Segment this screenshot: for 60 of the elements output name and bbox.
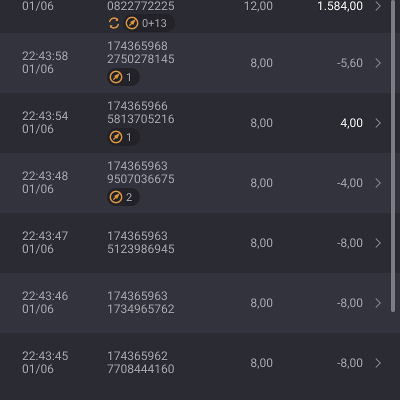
time-text: 22:43:58 (22, 50, 70, 63)
amount-text: -4,00 (336, 176, 363, 190)
date-text: 01/06 (22, 0, 55, 13)
compass-icon (109, 190, 123, 204)
id-text: 1734965762 (107, 303, 176, 316)
id-text: 174365963 (107, 230, 169, 243)
date-text: 01/06 (22, 363, 55, 376)
id-text: 5813705216 (107, 113, 176, 126)
id-text: 174365962 (107, 350, 169, 363)
date-text: 01/06 (22, 243, 55, 256)
bonus-badge: 1 (107, 128, 140, 146)
stake-text: 8,00 (249, 356, 273, 370)
chevron-right-icon (375, 177, 381, 189)
compass-icon (125, 16, 139, 30)
amount-text: -8,00 (336, 356, 363, 370)
transaction-row[interactable]: 22:43:46 01/06 174365963 1734965762 8,00 -8,00 (0, 273, 400, 333)
transaction-row[interactable]: 22:43:48 01/06 174365963 9507036675 2 8,00 -4,00 (0, 153, 400, 213)
time-text: 22:43:47 (22, 230, 70, 243)
refresh-icon (107, 16, 121, 30)
chevron-right-icon (375, 57, 381, 69)
amount-text: 1.584,00 (316, 0, 363, 13)
id-text: 5123986945 (107, 243, 176, 256)
bonus-badge: 2 (107, 188, 140, 206)
stake-text: 12,00 (242, 0, 273, 13)
compass-icon (109, 130, 123, 144)
date-text: 01/06 (22, 303, 55, 316)
transaction-row[interactable]: 22:43:58 01/06 174365968 2750278145 1 8,00 -5,60 (0, 33, 400, 93)
id-text: 2750278145 (107, 53, 176, 66)
stake-text: 8,00 (249, 116, 273, 130)
time-text: 22:43:46 (22, 290, 70, 303)
stake-text: 8,00 (249, 56, 273, 70)
date-text: 01/06 (22, 183, 55, 196)
time-text: 22:43:45 (22, 350, 70, 363)
id-text: 174365968 (107, 40, 169, 53)
id-text: 174365963 (107, 290, 169, 303)
id-text: 7708444160 (107, 363, 176, 376)
id-text: 174365966 (107, 100, 169, 113)
chevron-right-icon (375, 0, 381, 12)
chevron-right-icon (375, 357, 381, 369)
stake-text: 8,00 (249, 236, 273, 250)
stake-text: 8,00 (249, 296, 273, 310)
amount-text: -8,00 (336, 236, 363, 250)
amount-text: -5,60 (336, 56, 363, 70)
amount-text: -8,00 (336, 296, 363, 310)
scrollbar[interactable] (391, 0, 395, 312)
time-text: 22:43:54 (22, 110, 70, 123)
date-text: 01/06 (22, 63, 55, 76)
amount-text: 4,00 (339, 116, 363, 130)
id-text: 174365963 (107, 160, 169, 173)
chevron-right-icon (375, 297, 381, 309)
stake-text: 8,00 (249, 176, 273, 190)
chevron-right-icon (375, 237, 381, 249)
date-text: 01/06 (22, 123, 55, 136)
compass-icon (109, 70, 123, 84)
id-text: 9507036675 (107, 173, 176, 186)
time-text: 22:43:48 (22, 170, 70, 183)
bonus-badge: 1 (107, 68, 140, 86)
bonus-badge: 0+13 (123, 14, 175, 32)
id-text: 0822772225 (107, 0, 176, 13)
chevron-right-icon (375, 117, 381, 129)
